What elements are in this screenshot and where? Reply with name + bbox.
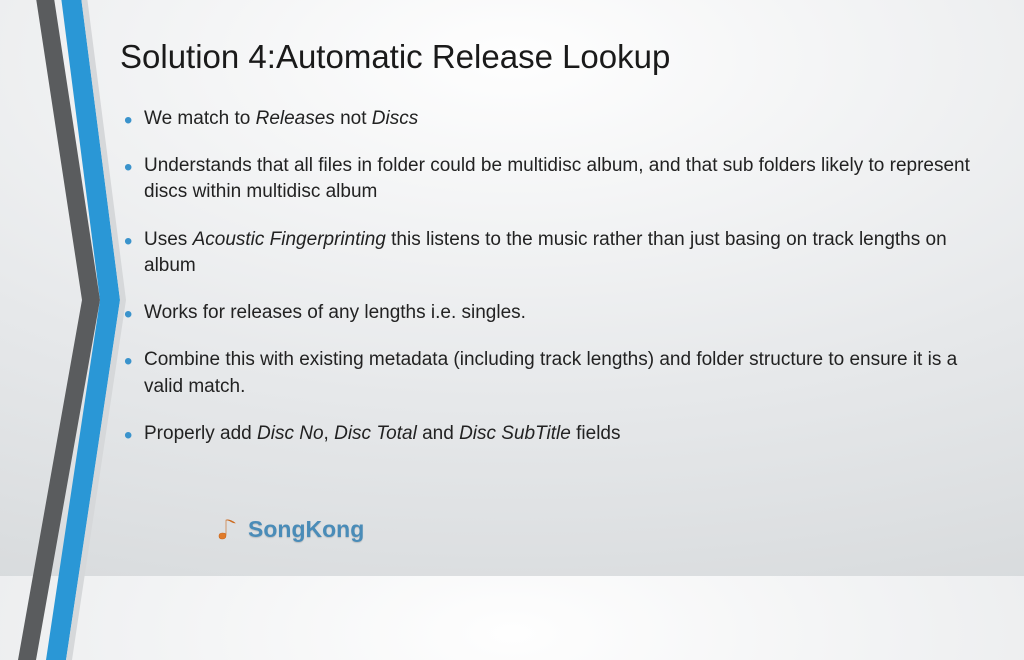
bullet-text: Properly add	[144, 423, 257, 444]
bullet-text: Combine this with existing metadata (inc…	[144, 349, 957, 396]
bullet-item: Combine this with existing metadata (inc…	[120, 347, 974, 399]
brand-block: SongKong	[218, 516, 364, 543]
bullet-text: not	[335, 108, 372, 129]
slide-ribbon-decoration	[0, 0, 140, 660]
bullet-text: ,	[324, 423, 335, 444]
bullet-italic: Disc Total	[334, 423, 417, 444]
bullet-text: Understands that all files in folder cou…	[144, 155, 970, 202]
bullet-italic: Acoustic Fingerprinting	[193, 229, 386, 250]
bullet-item: Uses Acoustic Fingerprinting this listen…	[120, 227, 974, 279]
bullet-text: We match to	[144, 108, 256, 129]
slide-title: Solution 4:Automatic Release Lookup	[120, 38, 974, 76]
bullet-item: Works for releases of any lengths i.e. s…	[120, 300, 974, 326]
bullet-item: Properly add Disc No, Disc Total and Dis…	[120, 421, 974, 447]
bullet-item: Understands that all files in folder cou…	[120, 153, 974, 205]
bullet-italic: Disc No	[257, 423, 324, 444]
bullet-text: fields	[571, 423, 621, 444]
bullet-italic: Disc SubTitle	[459, 423, 571, 444]
brand-name: SongKong	[248, 516, 364, 543]
bullet-text: Uses	[144, 229, 193, 250]
bullet-item: We match to Releases not Discs	[120, 106, 974, 132]
bullet-italic: Releases	[256, 108, 335, 129]
bullet-list: We match to Releases not Discs Understan…	[120, 106, 974, 447]
bullet-text: and	[417, 423, 459, 444]
slide-content: Solution 4:Automatic Release Lookup We m…	[120, 38, 974, 468]
bullet-text: Works for releases of any lengths i.e. s…	[144, 302, 526, 323]
bullet-italic: Discs	[372, 108, 418, 129]
music-note-icon	[218, 517, 240, 543]
